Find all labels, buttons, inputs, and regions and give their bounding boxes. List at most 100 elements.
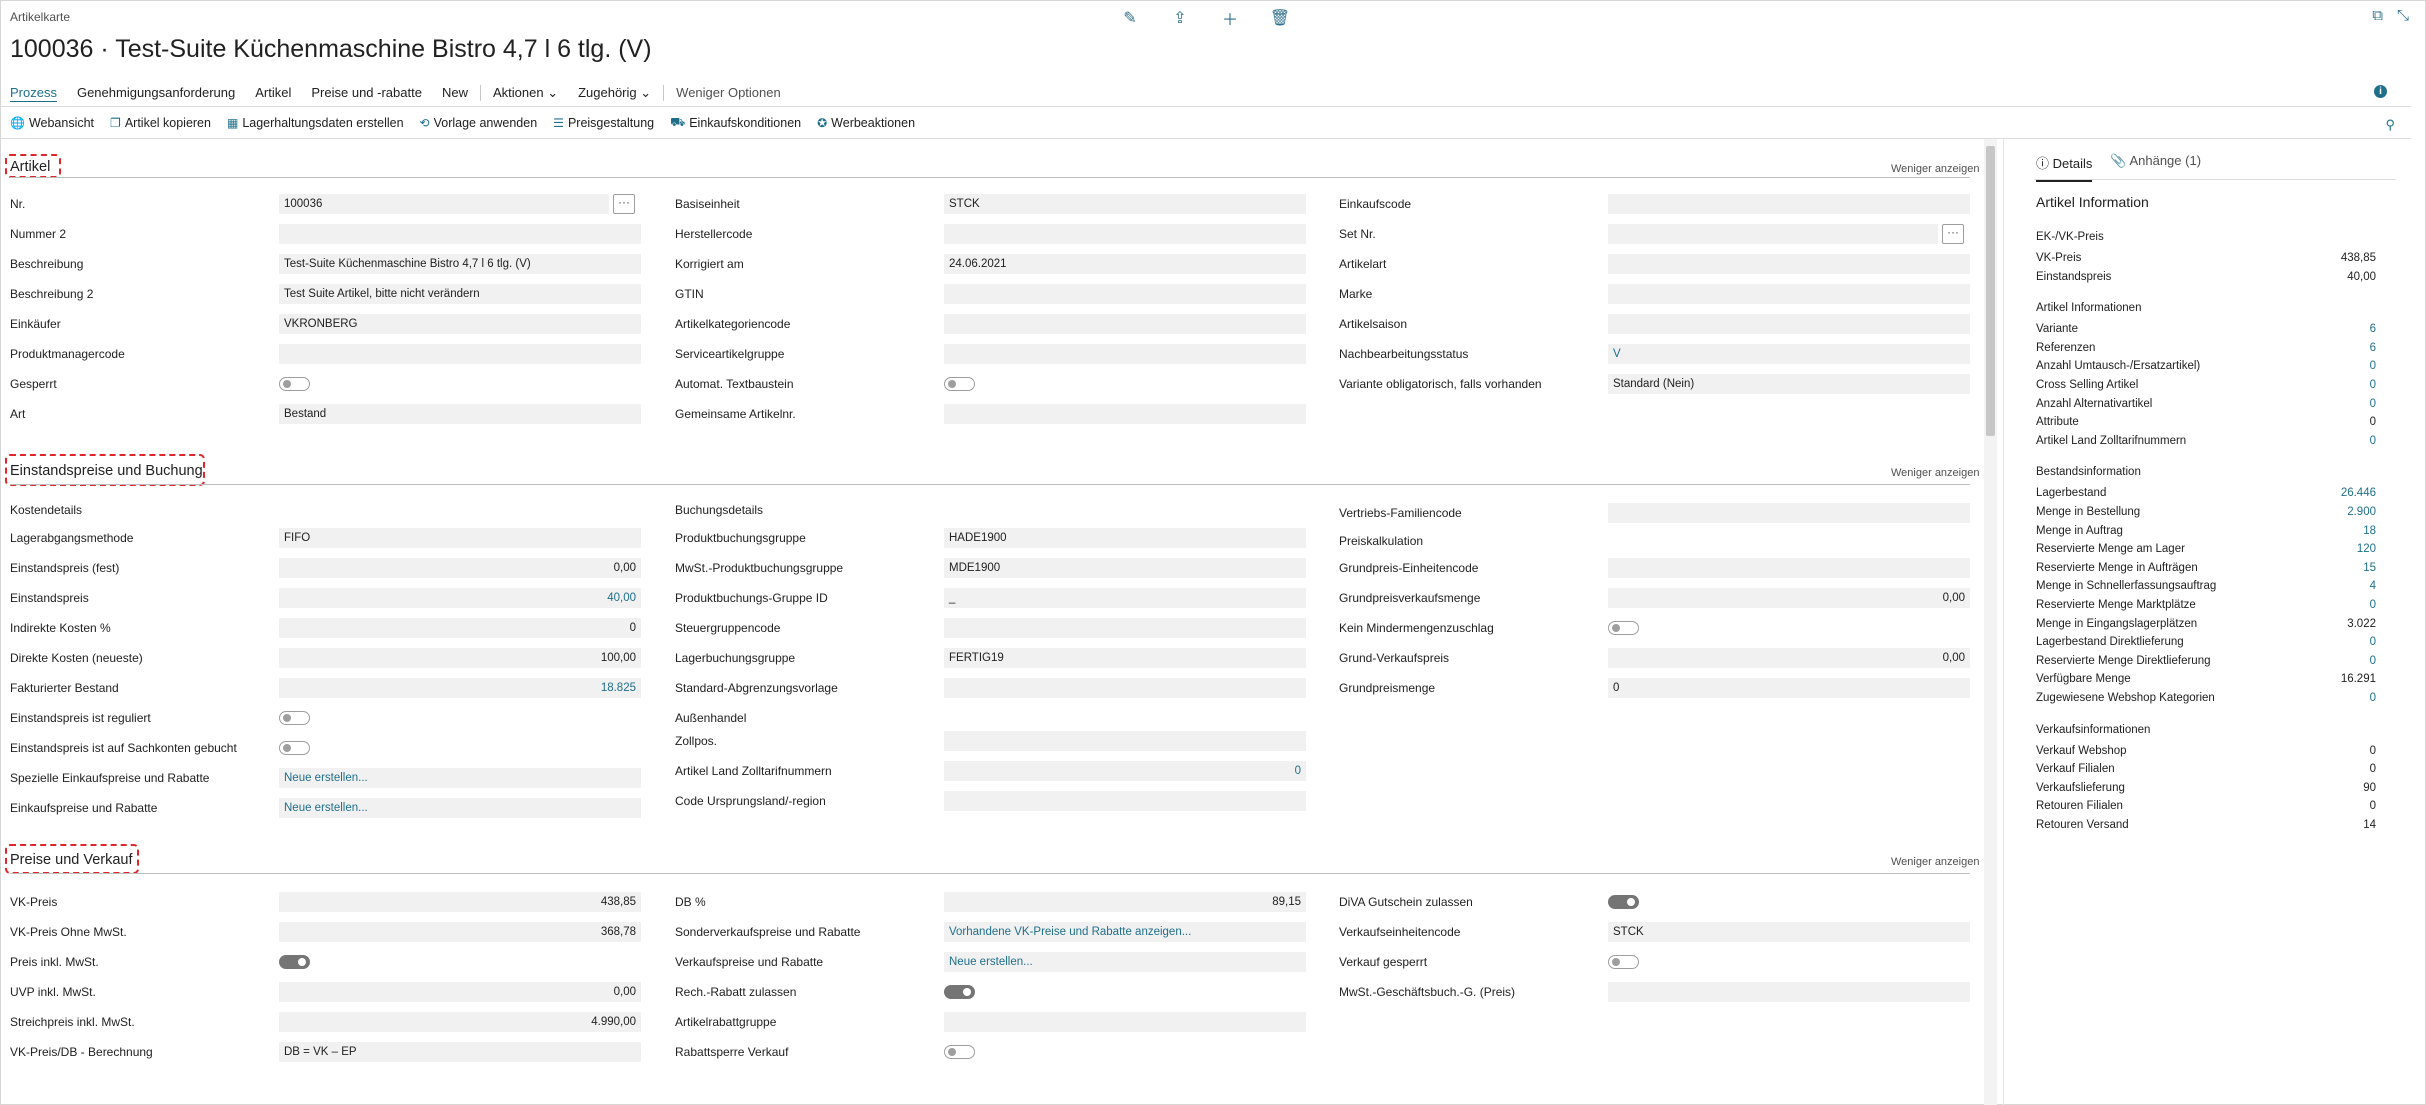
field-db[interactable]: 89,15 <box>944 892 1306 912</box>
toggle-einstandspreis-ist-auf-sachkonten-gebucht[interactable] <box>279 741 310 755</box>
toggle-kein-mindermengenzuschlag[interactable] <box>1608 621 1639 635</box>
artikel-less-show[interactable]: Weniger anzeigen <box>1891 163 1979 175</box>
factbox-value[interactable]: 0 <box>2370 376 2376 394</box>
field-fakturierter-bestand[interactable]: 18.825 <box>279 678 641 698</box>
field-artikelrabattgruppe[interactable] <box>944 1012 1306 1032</box>
field-uvp-inkl-mwst[interactable]: 0,00 <box>279 982 641 1002</box>
action-new[interactable]: New <box>432 83 478 103</box>
factbox-value[interactable]: 4 <box>2370 577 2376 595</box>
field-nr[interactable]: 100036 <box>279 194 609 214</box>
factbox-value[interactable]: 6 <box>2370 339 2376 357</box>
einstand-less-show[interactable]: Weniger anzeigen <box>1891 467 1979 479</box>
field-artikelart[interactable] <box>1608 254 1970 274</box>
plus-icon[interactable]: ＋ <box>1219 7 1241 29</box>
field-herstellercode[interactable] <box>944 224 1306 244</box>
pin-icon[interactable]: ⚲ <box>2385 117 2395 133</box>
toggle-diva-gutschein-zulassen[interactable] <box>1608 895 1639 909</box>
promo-einkaufskonditionen[interactable]: ⛟ Einkaufskonditionen <box>670 115 801 131</box>
factbox-value[interactable]: 120 <box>2357 540 2376 558</box>
field-einstandspreis[interactable]: 40,00 <box>279 588 641 608</box>
pencil-icon[interactable]: ✎ <box>1119 7 1141 29</box>
action-preise[interactable]: Preise und -rabatte <box>301 83 432 103</box>
field-code-ursprungsland-region[interactable] <box>944 791 1306 811</box>
field-mwst-geschäftsbuch-g-preis[interactable] <box>1608 982 1970 1002</box>
field-korrigiert-am[interactable]: 24.06.2021 <box>944 254 1306 274</box>
factbox-value[interactable]: 0 <box>2370 596 2376 614</box>
factbox-value[interactable]: 18 <box>2363 522 2376 540</box>
toggle-rabattsperre-verkauf[interactable] <box>944 1045 975 1059</box>
factbox-value[interactable]: 0 <box>2370 652 2376 670</box>
toggle-rech-rabatt-zulassen[interactable] <box>944 985 975 999</box>
field-artikelsaison[interactable] <box>1608 314 1970 334</box>
factbox-value[interactable]: 26.446 <box>2341 484 2376 502</box>
field-einkaufspreise-und-rabatte[interactable]: Neue erstellen... <box>279 798 641 818</box>
field-vertriebs-familiencode[interactable] <box>1608 503 1970 523</box>
field-grund-verkaufspreis[interactable]: 0,00 <box>1608 648 1970 668</box>
field-gemeinsame-artikelnr[interactable] <box>944 404 1306 424</box>
share-icon[interactable]: ⇪ <box>1169 7 1191 29</box>
tab-attachments[interactable]: 📎 Anhänge (1) <box>2110 153 2201 182</box>
field-marke[interactable] <box>1608 284 1970 304</box>
factbox-value[interactable]: 0 <box>2370 432 2376 450</box>
section-artikel-title[interactable]: Artikel <box>10 159 50 175</box>
field-indirekte-kosten[interactable]: 0 <box>279 618 641 638</box>
field-einstandspreis-fest[interactable]: 0,00 <box>279 558 641 578</box>
promo-werbeaktionen[interactable]: ✪ Werbeaktionen <box>817 116 915 130</box>
factbox-value[interactable]: 2.900 <box>2347 503 2376 521</box>
field-art[interactable]: Bestand <box>279 404 641 424</box>
field-steuergruppencode[interactable] <box>944 618 1306 638</box>
field-basiseinheit[interactable]: STCK <box>944 194 1306 214</box>
field-verkaufseinheitencode[interactable]: STCK <box>1608 922 1970 942</box>
open-new-window-icon[interactable]: ⧉ <box>2372 7 2383 24</box>
field-lagerabgangsmethode[interactable]: FIFO <box>279 528 641 548</box>
field-serviceartikelgruppe[interactable] <box>944 344 1306 364</box>
field-beschreibung[interactable]: Test-Suite Küchenmaschine Bistro 4,7 l 6… <box>279 254 641 274</box>
field-einkaufscode[interactable] <box>1608 194 1970 214</box>
field-variante-obligatorisch-falls-vorhanden[interactable]: Standard (Nein) <box>1608 374 1970 394</box>
toggle-automat-textbaustein[interactable] <box>944 377 975 391</box>
factbox-value[interactable]: 0 <box>2370 633 2376 651</box>
promo-webansicht[interactable]: 🌐 Webansicht <box>10 116 94 130</box>
section-preise-title[interactable]: Preise und Verkauf <box>10 852 133 868</box>
field-grundpreis-einheitencode[interactable] <box>1608 558 1970 578</box>
field-produktbuchungs-gruppe-id[interactable]: _ <box>944 588 1306 608</box>
action-zugehoerig[interactable]: Zugehörig ⌄ <box>568 83 661 103</box>
factbox-value[interactable]: 0 <box>2370 357 2376 375</box>
field-artikelkategoriencode[interactable] <box>944 314 1306 334</box>
field-gtin[interactable] <box>944 284 1306 304</box>
field-nachbearbeitungsstatus[interactable]: V <box>1608 344 1970 364</box>
factbox-value[interactable]: 0 <box>2370 689 2376 707</box>
field-produktmanagercode[interactable] <box>279 344 641 364</box>
factbox-value[interactable]: 6 <box>2370 320 2376 338</box>
preise-less-show[interactable]: Weniger anzeigen <box>1891 856 1979 868</box>
field-vk-preis-db-berechnung[interactable]: DB = VK – EP <box>279 1042 641 1062</box>
toggle-gesperrt[interactable] <box>279 377 310 391</box>
field-spezielle-einkaufspreise-und-rabatte[interactable]: Neue erstellen... <box>279 768 641 788</box>
field-nummer-2[interactable] <box>279 224 641 244</box>
field-vk-preis-ohne-mwst[interactable]: 368,78 <box>279 922 641 942</box>
field-verkaufspreise-und-rabatte[interactable]: Neue erstellen... <box>944 952 1306 972</box>
promo-preisgestaltung[interactable]: ☰ Preisgestaltung <box>553 116 654 130</box>
action-genehmigung[interactable]: Genehmigungsanforderung <box>67 83 245 103</box>
scrollbar-thumb[interactable] <box>1986 146 1995 436</box>
field-grundpreismenge[interactable]: 0 <box>1608 678 1970 698</box>
factbox-value[interactable]: 15 <box>2363 559 2376 577</box>
field-artikel-land-zolltarifnummern[interactable]: 0 <box>944 761 1306 781</box>
field-streichpreis-inkl-mwst[interactable]: 4.990,00 <box>279 1012 641 1032</box>
info-icon[interactable]: i <box>2374 85 2387 98</box>
trash-icon[interactable]: 🗑 <box>1269 7 1291 29</box>
field-lagerbuchungsgruppe[interactable]: FERTIG19 <box>944 648 1306 668</box>
field-grundpreisverkaufsmenge[interactable]: 0,00 <box>1608 588 1970 608</box>
field-produktbuchungsgruppe[interactable]: HADE1900 <box>944 528 1306 548</box>
field-sonderverkaufspreise-und-rabatte[interactable]: Vorhandene VK-Preise und Rabatte anzeige… <box>944 922 1306 942</box>
promo-lagerhaltungsdaten[interactable]: ▦ Lagerhaltungsdaten erstellen <box>227 116 404 130</box>
toggle-verkauf-gesperrt[interactable] <box>1608 955 1639 969</box>
field-standard-abgrenzungsvorlage[interactable] <box>944 678 1306 698</box>
field-vk-preis[interactable]: 438,85 <box>279 892 641 912</box>
field-einkäufer[interactable]: VKRONBERG <box>279 314 641 334</box>
factbox-value[interactable]: 0 <box>2370 395 2376 413</box>
toggle-einstandspreis-ist-reguliert[interactable] <box>279 711 310 725</box>
field-beschreibung-2[interactable]: Test Suite Artikel, bitte nicht veränder… <box>279 284 641 304</box>
section-einstand-title[interactable]: Einstandspreise und Buchung <box>10 463 203 479</box>
lookup-ellipsis-button[interactable]: ··· <box>1942 224 1964 244</box>
